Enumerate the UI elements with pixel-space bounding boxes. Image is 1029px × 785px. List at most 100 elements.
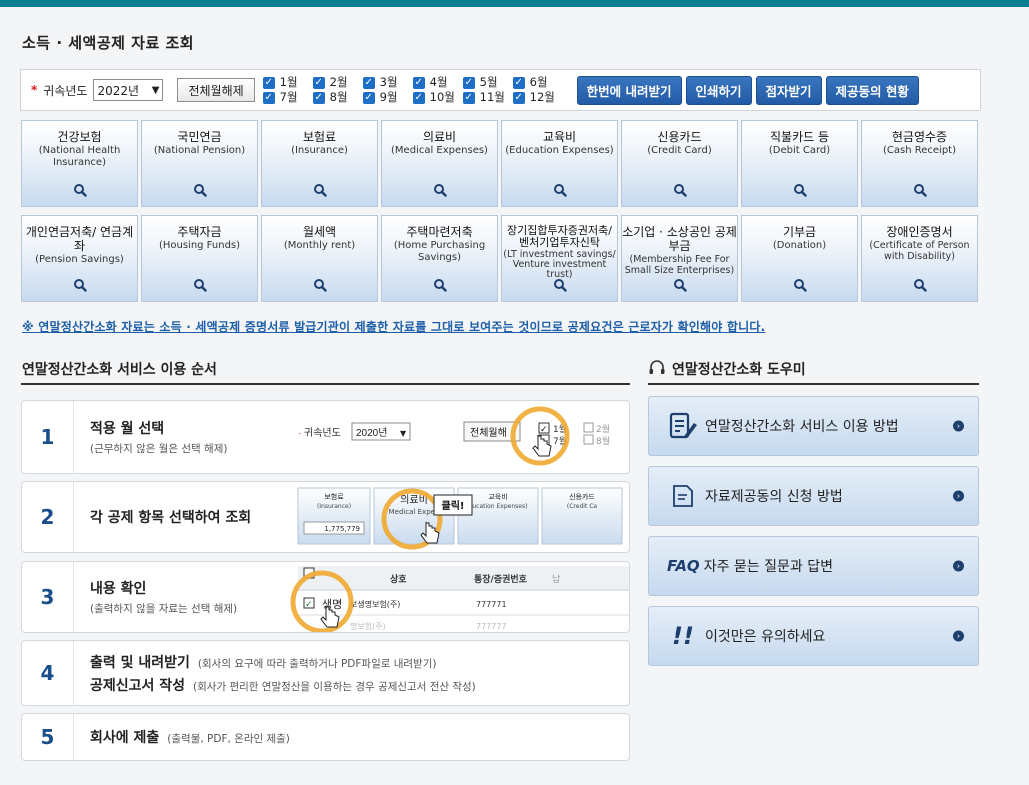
illus-year-value: 2020년 — [356, 427, 387, 439]
month-checkbox-7[interactable]: ✓ 7월 — [262, 90, 313, 105]
category-health-insurance[interactable]: 건강보험 (National Health Insurance) — [21, 120, 138, 207]
checkbox-checked-icon[interactable]: ✓ — [312, 91, 325, 104]
checkbox-checked-icon[interactable]: ✓ — [262, 91, 275, 104]
braille-button[interactable]: 점자받기 — [755, 75, 822, 105]
step-2: 2 각 공제 항목 선택하여 조회 보험료 (Insurance) 1,775,… — [21, 481, 630, 553]
checkbox-checked-icon[interactable]: ✓ — [312, 76, 325, 89]
step-description-secondary: (회사가 편리한 연말정산을 이용하는 경우 공제신고서 전산 작성) — [193, 680, 476, 693]
help-label: 자주 묻는 질문과 답변 — [703, 559, 833, 575]
headset-icon — [649, 360, 665, 374]
chevron-right-icon: › — [953, 630, 964, 642]
category-lt-investment-savings[interactable]: 장기집합투자증권저축/ 벤처기업투자신탁 (LT investment savin… — [501, 215, 618, 302]
checkbox-checked-icon[interactable]: ✓ — [512, 91, 525, 104]
year-select[interactable]: 2022년 ▼ — [93, 79, 164, 101]
print-button[interactable]: 인쇄하기 — [685, 75, 752, 105]
month-checkbox-1[interactable]: ✓ 1월 — [262, 75, 313, 90]
click-tooltip: 클릭! — [442, 500, 465, 512]
step-description: (출력하지 않을 자료는 선택 해제) — [90, 603, 238, 615]
step-1: 1 적용 월 선택 (근무하지 않은 월은 선택 해제) · 귀속년도 2020… — [21, 400, 630, 474]
category-housing-funds[interactable]: 주택자금 (Housing Funds) — [141, 215, 258, 302]
search-icon — [673, 279, 687, 292]
checkbox-checked-icon[interactable]: ✓ — [362, 76, 375, 89]
search-icon — [73, 184, 87, 197]
svg-text:생명: 생명 — [322, 598, 342, 611]
document-edit-icon — [667, 410, 699, 442]
chevron-right-icon: › — [953, 420, 964, 432]
checkbox-checked-icon[interactable]: ✓ — [262, 76, 275, 89]
checkbox-checked-icon[interactable]: ✓ — [462, 76, 475, 89]
category-insurance[interactable]: 보험료 (Insurance) — [261, 120, 378, 207]
search-icon — [313, 184, 327, 197]
help-label: 자료제공동의 신청 방법 — [705, 489, 843, 505]
month-checkbox-11[interactable]: ✓ 11월 — [462, 90, 513, 105]
checkbox-checked-icon[interactable]: ✓ — [412, 91, 425, 104]
required-mark: * — [31, 83, 38, 97]
consent-status-button[interactable]: 제공동의 현황 — [825, 75, 919, 105]
chevron-right-icon: › — [953, 490, 964, 502]
clear-all-months-button[interactable]: 전체월해제 — [177, 78, 255, 102]
category-home-purchasing-savings[interactable]: 주택마련저축 (Home Purchasing Savings) — [381, 215, 498, 302]
category-monthly-rent[interactable]: 월세액 (Monthly rent) — [261, 215, 378, 302]
month-checkbox-8[interactable]: ✓ 8월 — [312, 90, 363, 105]
month-checkbox-9[interactable]: ✓ 9월 — [362, 90, 413, 105]
help-label: 연말정산간소화 서비스 이용 방법 — [705, 419, 899, 435]
category-medical-expenses[interactable]: 의료비 (Medical Expenses) — [381, 120, 498, 207]
help-consent-guide-button[interactable]: 자료제공동의 신청 방법 › — [648, 466, 979, 526]
category-education-expenses[interactable]: 교육비 (Education Expenses) — [501, 120, 618, 207]
checkbox-checked-icon[interactable]: ✓ — [462, 91, 475, 104]
month-checkbox-10[interactable]: ✓ 10월 — [412, 90, 463, 105]
help-cautions-button[interactable]: !! 이것만은 유의하세요 › — [648, 606, 979, 666]
step-description: (출력물, PDF, 온라인 제출) — [167, 733, 290, 745]
step-number: 2 — [22, 482, 74, 552]
search-icon — [673, 184, 687, 197]
chevron-down-icon: ▼ — [151, 84, 160, 96]
month-checkbox-group: ✓ 1월 ✓ 2월 ✓ 3월 ✓ 4월 ✓ 5월 ✓ 6월 ✓ 7월 ✓ 8월 ✓ 9월 ✓ 10월… — [262, 75, 563, 105]
step3-illustration: 상호 통장/증권번호 납 ✓ 생명 보생명보험(주) 777771 명보험(주)… — [290, 566, 629, 632]
category-cash-receipt[interactable]: 현금영수증 (Cash Receipt) — [861, 120, 978, 207]
svg-text:1,775,779: 1,775,779 — [324, 525, 360, 533]
step-title: 출력 및 내려받기 (회사의 요구에 따라 출력하거나 PDF파일로 내려받기) — [90, 654, 437, 671]
search-icon — [913, 184, 927, 197]
checkbox-checked-icon[interactable]: ✓ — [512, 76, 525, 89]
steps-section-title: 연말정산간소화 서비스 이용 순서 — [22, 362, 217, 378]
step-number: 5 — [22, 714, 74, 760]
step-number: 3 — [22, 562, 74, 632]
month-checkbox-5[interactable]: ✓ 5월 — [462, 75, 513, 90]
month-checkbox-2[interactable]: ✓ 2월 — [312, 75, 363, 90]
category-small-enterprise-fee[interactable]: 소기업 · 소상공인 공제부금 (Membership Fee For Small… — [621, 215, 738, 302]
search-icon — [913, 279, 927, 292]
category-pension-savings[interactable]: 개인연금저축/ 연금계좌 (Pension Savings) — [21, 215, 138, 302]
search-icon — [553, 279, 567, 292]
category-debit-card[interactable]: 직불카드 등 (Debit Card) — [741, 120, 858, 207]
svg-text:ducation Expenses): ducation Expenses) — [469, 503, 528, 510]
step-title: 회사에 제출 (출력물, PDF, 온라인 제출) — [90, 730, 290, 746]
month-checkbox-4[interactable]: ✓ 4월 — [412, 75, 463, 90]
step-5: 5 회사에 제출 (출력물, PDF, 온라인 제출) — [21, 713, 630, 761]
category-credit-card[interactable]: 신용카드 (Credit Card) — [621, 120, 738, 207]
step1-illustration: · 귀속년도 2020년 ▼ 전체월해 ✓ 1월 7월 2월 8월 — [298, 406, 610, 466]
svg-text:교육비: 교육비 — [488, 492, 507, 501]
month-checkbox-6[interactable]: ✓ 6월 — [512, 75, 563, 90]
download-all-button[interactable]: 한번에 내려받기 — [576, 75, 682, 105]
search-icon — [313, 279, 327, 292]
svg-text:777777: 777777 — [476, 622, 507, 631]
checkbox-checked-icon[interactable]: ✓ — [362, 91, 375, 104]
notice-link[interactable]: ※ 연말정산간소화 자료는 소득 · 세액공제 증명서류 발급기관이 제출한 자… — [22, 318, 765, 335]
help-faq-button[interactable]: FAQ 자주 묻는 질문과 답변 › — [648, 536, 979, 596]
step-number: 1 — [22, 401, 74, 473]
category-national-pension[interactable]: 국민연금 (National Pension) — [141, 120, 258, 207]
document-icon — [667, 480, 699, 512]
deduction-category-grid: 건강보험 (National Health Insurance) 국민연금 (Nat… — [21, 120, 978, 302]
month-checkbox-12[interactable]: ✓ 12월 — [512, 90, 563, 105]
month-checkbox-3[interactable]: ✓ 3월 — [362, 75, 413, 90]
svg-text:보험료: 보험료 — [324, 493, 344, 501]
category-donation[interactable]: 기부금 (Donation) — [741, 215, 858, 302]
year-select-value: 2022년 — [97, 83, 140, 98]
checkbox-checked-icon[interactable]: ✓ — [412, 76, 425, 89]
category-disability-certificate[interactable]: 장애인증명서 (Certificate of Person with Disabi… — [861, 215, 978, 302]
step-title: 각 공제 항목 선택하여 조회 — [90, 510, 252, 526]
help-usage-guide-button[interactable]: 연말정산간소화 서비스 이용 방법 › — [648, 396, 979, 456]
svg-text:납: 납 — [552, 574, 560, 585]
svg-text:·: · — [298, 428, 301, 439]
illus-chevron-down-icon: ▼ — [400, 429, 407, 438]
